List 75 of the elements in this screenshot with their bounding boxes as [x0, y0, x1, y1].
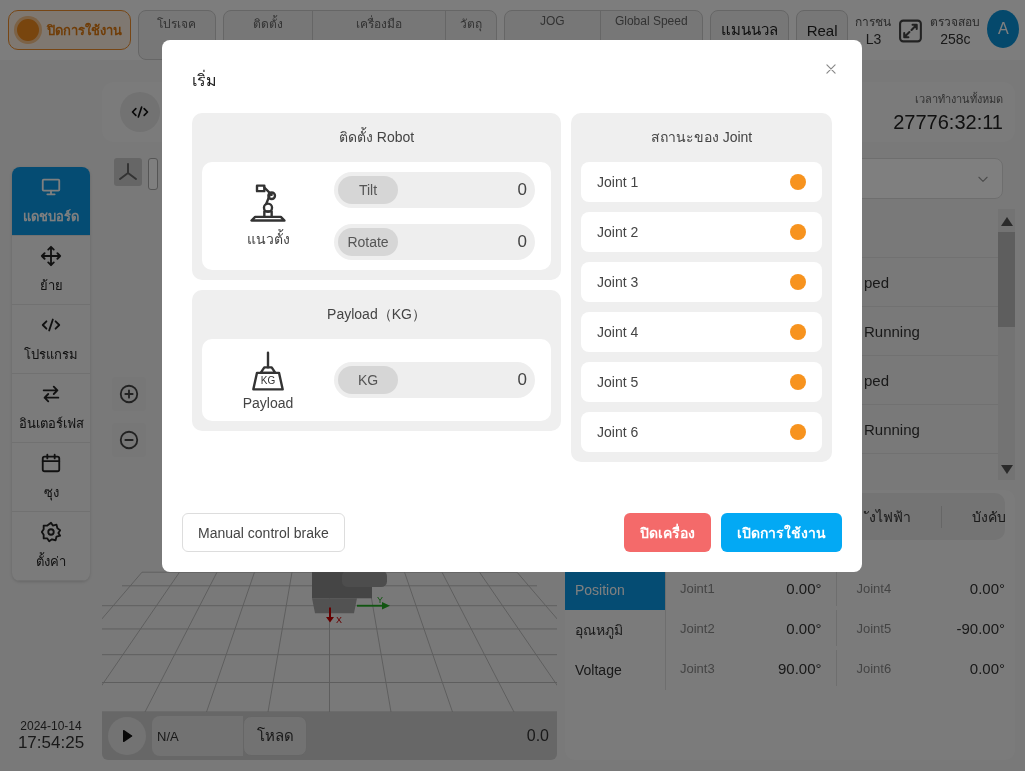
- joint-value: 0.00°: [969, 659, 1005, 677]
- enable-button[interactable]: เปิดการใช้งาน: [721, 513, 842, 552]
- section-title: สถานะของ Joint: [649, 128, 754, 147]
- nav-item[interactable]: ซุง: [12, 443, 90, 512]
- tile-label: ติดตั้ง: [252, 14, 283, 33]
- scrollbar[interactable]: [998, 209, 1015, 480]
- joint-value: -90.00°: [956, 619, 1005, 637]
- tile-label: JOG: [539, 14, 565, 28]
- calendar-icon: [40, 451, 62, 474]
- tile-label: วัตถุ: [459, 16, 482, 33]
- tile-label: Global Speed: [614, 14, 688, 28]
- nav-item[interactable]: อินเตอร์เฟส: [12, 374, 90, 443]
- field-value: 0: [517, 370, 527, 390]
- avatar[interactable]: A: [987, 10, 1019, 48]
- joint-value: 90.00°: [777, 659, 822, 677]
- field-value: 0: [517, 232, 527, 252]
- collision-value: L3: [865, 31, 882, 47]
- tab[interactable]: บังคับ: [941, 505, 1025, 528]
- status-icon: [17, 19, 39, 41]
- nav-item[interactable]: ตั้งค่า: [12, 512, 90, 581]
- joint-name: Joint 1: [597, 174, 639, 190]
- program-field[interactable]: N/A: [152, 716, 243, 756]
- play-button[interactable]: [108, 717, 146, 755]
- inspection-value: 258c: [940, 31, 971, 47]
- joint-name: Joint 2: [597, 224, 639, 240]
- tab[interactable]: ังไฟฟ้า: [861, 505, 941, 528]
- axis-label: Y: [377, 595, 383, 605]
- joint-name: Joint 4: [597, 324, 639, 340]
- icon-caption: แนวตั้ง: [246, 228, 290, 249]
- axis-label: X: [336, 614, 342, 625]
- scroll-down-icon[interactable]: [1000, 465, 1013, 474]
- total-time: 27776:32:11: [893, 111, 1003, 134]
- nav-item[interactable]: โปรแกรม: [12, 305, 90, 374]
- total-time-label: เวลาทำงานทั้งหมด: [914, 91, 1003, 107]
- joint-value: 0.00°: [786, 619, 822, 637]
- tile-label: เครื่องมือ: [355, 14, 402, 33]
- tab[interactable]: Position: [565, 570, 665, 610]
- joint-value: 0.00°: [969, 579, 1005, 597]
- scroll-thumb[interactable]: [998, 232, 1015, 327]
- time-text: 17:54:25: [17, 733, 85, 753]
- move-icon: [40, 244, 62, 267]
- field-label: Tilt: [338, 176, 398, 204]
- joint-name: Joint 3: [597, 274, 639, 290]
- value-field[interactable]: Tilt 0: [334, 172, 535, 208]
- section-title: Payload（KG）: [326, 305, 427, 324]
- section-title: ติดตั้ง Robot: [337, 126, 416, 147]
- field-value: 0: [517, 180, 527, 200]
- tile-label: โปรเจค: [157, 16, 197, 33]
- inspection-label: ตรวจสอบ: [930, 14, 981, 31]
- power-off-button[interactable]: ปิดเครื่อง: [624, 513, 711, 552]
- dialog-title: เริ่ม: [192, 69, 217, 91]
- joint-name: Joint 6: [597, 424, 639, 440]
- close-icon[interactable]: [824, 62, 838, 76]
- nav-item[interactable]: แดชบอร์ด: [12, 167, 90, 236]
- weight-label: KG: [259, 376, 277, 386]
- settings-icon: [40, 520, 62, 543]
- field-label: Rotate: [338, 228, 398, 256]
- nav-item[interactable]: ย้าย: [12, 236, 90, 305]
- brake-button[interactable]: Manual control brake: [182, 513, 345, 552]
- value-field[interactable]: Rotate 0: [334, 224, 535, 260]
- load-button[interactable]: โหลด: [243, 716, 307, 756]
- view-button[interactable]: [148, 158, 158, 190]
- speed-reading: 0.0: [526, 727, 549, 745]
- date-text: 2024-10-14: [19, 719, 83, 733]
- tab[interactable]: อุณหภูมิ: [565, 610, 665, 650]
- joint-value: 0.00°: [786, 579, 822, 597]
- field-label: KG: [338, 366, 398, 394]
- axes-icon[interactable]: [114, 158, 142, 186]
- collision-label: การชน: [855, 14, 892, 31]
- joint-name: Joint 5: [597, 374, 639, 390]
- code-button[interactable]: [120, 92, 160, 132]
- icon-caption: Payload: [242, 395, 294, 411]
- tab[interactable]: Voltage: [565, 650, 665, 690]
- axis-drawing: [326, 602, 390, 623]
- value-field[interactable]: KG 0: [334, 362, 535, 398]
